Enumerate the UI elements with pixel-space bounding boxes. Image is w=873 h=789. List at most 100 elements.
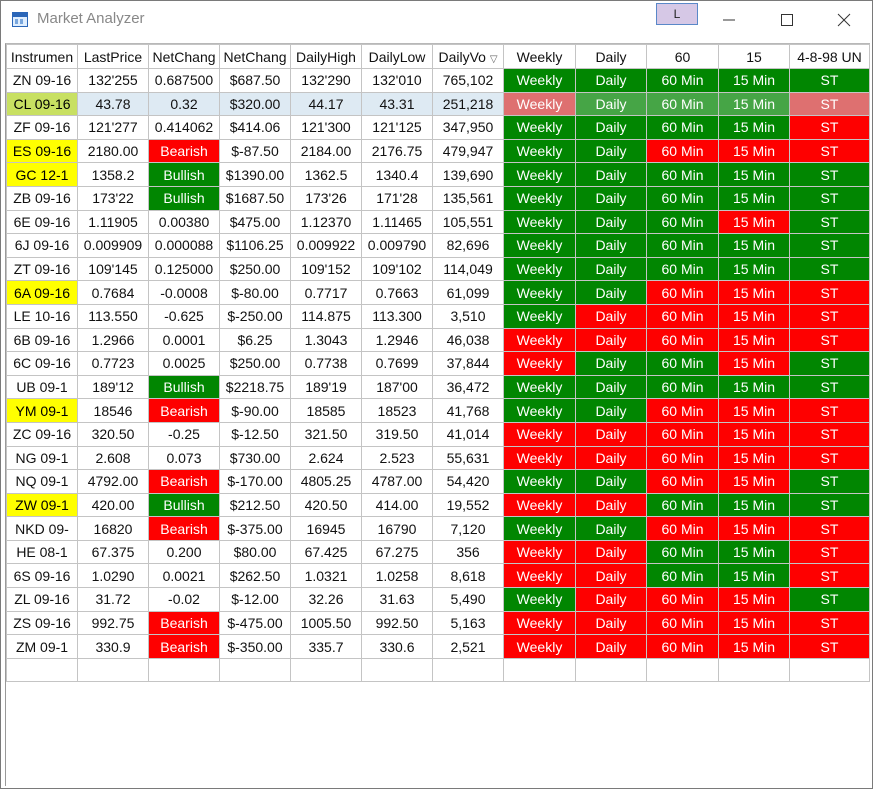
daily-signal-cell[interactable]: Daily — [575, 233, 647, 258]
60-min-signal-cell[interactable]: 60 Min — [646, 209, 719, 235]
net-change-currency-cell[interactable]: $1390.00 — [219, 162, 291, 187]
daily-signal-cell[interactable]: Daily — [575, 209, 647, 235]
daily-signal-cell[interactable]: Daily — [575, 398, 647, 423]
last-price-cell[interactable]: 0.7684 — [77, 280, 149, 305]
st-signal-cell[interactable]: ST — [789, 115, 870, 140]
weekly-signal-cell[interactable]: Weekly — [503, 492, 576, 518]
net-change-currency-cell[interactable]: $-475.00 — [219, 610, 291, 636]
net-change-currency-cell[interactable]: $250.00 — [219, 351, 291, 376]
st-signal-cell[interactable]: ST — [789, 445, 870, 471]
daily-low-cell[interactable]: 67.275 — [361, 539, 433, 565]
60-min-signal-cell[interactable]: 60 Min — [646, 539, 719, 565]
last-price-cell[interactable]: 173'22 — [77, 185, 149, 211]
instrument-cell[interactable]: HE 08-1 — [6, 539, 78, 565]
close-button[interactable] — [830, 7, 858, 33]
st-signal-cell[interactable]: ST — [789, 233, 870, 258]
instrument-cell[interactable]: ZN 09-16 — [6, 68, 78, 93]
net-change-currency-cell[interactable]: $-12.50 — [219, 421, 291, 447]
60-min-signal-cell[interactable]: 60 Min — [646, 68, 719, 93]
instrument-cell[interactable]: NG 09-1 — [6, 445, 78, 471]
net-change-currency-cell[interactable]: $687.50 — [219, 68, 291, 93]
column-header-study[interactable]: 4-8-98 UN — [789, 44, 870, 69]
table-row[interactable]: ZM 09-1 330.9 Bearish $-350.00 335.7 330.6 2,5… — [6, 634, 870, 659]
table-row[interactable]: UB 09-1 189'12 Bullish $2218.75 189'19 187'00… — [6, 374, 870, 400]
st-signal-cell[interactable]: ST — [789, 185, 870, 211]
net-change-cell[interactable]: Bearish — [148, 138, 220, 164]
net-change-currency-cell[interactable]: $-90.00 — [219, 398, 291, 423]
weekly-signal-cell[interactable]: Weekly — [503, 610, 576, 636]
daily-high-cell[interactable]: 121'300 — [290, 115, 362, 140]
daily-volume-cell[interactable]: 765,102 — [432, 68, 504, 93]
daily-high-cell[interactable]: 0.009922 — [290, 233, 362, 258]
net-change-currency-cell[interactable]: $80.00 — [219, 539, 291, 565]
table-row[interactable]: 6B 09-16 1.2966 0.0001 $6.25 1.3043 1.2946 46,… — [6, 327, 870, 353]
daily-low-cell[interactable]: 0.7699 — [361, 351, 433, 376]
daily-signal-cell[interactable]: Daily — [575, 492, 647, 518]
link-button[interactable]: L — [656, 3, 698, 25]
last-price-cell[interactable]: 109'145 — [77, 256, 149, 282]
net-change-cell[interactable]: 0.200 — [148, 539, 220, 565]
instrument-cell[interactable]: CL 09-16 — [6, 91, 78, 117]
15-min-signal-cell[interactable]: 15 Min — [718, 539, 790, 565]
net-change-currency-cell[interactable]: $1106.25 — [219, 233, 291, 258]
15-min-signal-cell[interactable]: 15 Min — [718, 209, 790, 235]
daily-volume-cell[interactable]: 251,218 — [432, 91, 504, 117]
instrument-cell[interactable]: ZB 09-16 — [6, 185, 78, 211]
table-row[interactable]: NG 09-1 2.608 0.073 $730.00 2.624 2.523 55,631… — [6, 445, 870, 471]
last-price-cell[interactable]: 1.11905 — [77, 209, 149, 235]
15-min-signal-cell[interactable]: 15 Min — [718, 445, 790, 471]
last-price-cell[interactable]: 18546 — [77, 398, 149, 423]
table-row[interactable]: 6C 09-16 0.7723 0.0025 $250.00 0.7738 0.7699 3… — [6, 351, 870, 376]
table-row[interactable]: 6A 09-16 0.7684 -0.0008 $-80.00 0.7717 0.7663… — [6, 280, 870, 305]
last-price-cell[interactable]: 2.608 — [77, 445, 149, 471]
daily-low-cell[interactable]: 121'125 — [361, 115, 433, 140]
daily-high-cell[interactable]: 32.26 — [290, 587, 362, 612]
daily-signal-cell[interactable]: Daily — [575, 256, 647, 282]
daily-signal-cell[interactable]: Daily — [575, 115, 647, 140]
15-min-signal-cell[interactable]: 15 Min — [718, 91, 790, 117]
daily-signal-cell[interactable]: Daily — [575, 374, 647, 400]
net-change-cell[interactable]: 0.0025 — [148, 351, 220, 376]
daily-low-cell[interactable]: 1.0258 — [361, 563, 433, 589]
60-min-signal-cell[interactable]: 60 Min — [646, 563, 719, 589]
net-change-currency-cell[interactable]: $262.50 — [219, 563, 291, 589]
15-min-signal-cell[interactable]: 15 Min — [718, 374, 790, 400]
instrument-cell[interactable]: ZF 09-16 — [6, 115, 78, 140]
net-change-cell[interactable]: 0.0021 — [148, 563, 220, 589]
table-row[interactable]: CL 09-16 43.78 0.32 $320.00 44.17 43.31 251,21… — [6, 91, 870, 117]
net-change-cell[interactable]: 0.32 — [148, 91, 220, 117]
st-signal-cell[interactable]: ST — [789, 327, 870, 353]
daily-volume-cell[interactable]: 55,631 — [432, 445, 504, 471]
net-change-cell[interactable]: 0.0001 — [148, 327, 220, 353]
net-change-cell[interactable]: Bearish — [148, 516, 220, 541]
daily-volume-cell[interactable]: 41,768 — [432, 398, 504, 423]
15-min-signal-cell[interactable]: 15 Min — [718, 68, 790, 93]
instrument-cell[interactable]: ZT 09-16 — [6, 256, 78, 282]
st-signal-cell[interactable]: ST — [789, 563, 870, 589]
st-signal-cell[interactable]: ST — [789, 91, 870, 117]
weekly-signal-cell[interactable]: Weekly — [503, 138, 576, 164]
st-signal-cell[interactable]: ST — [789, 469, 870, 494]
st-signal-cell[interactable]: ST — [789, 209, 870, 235]
15-min-signal-cell[interactable]: 15 Min — [718, 280, 790, 305]
st-signal-cell[interactable]: ST — [789, 634, 870, 659]
weekly-signal-cell[interactable]: Weekly — [503, 91, 576, 117]
15-min-signal-cell[interactable]: 15 Min — [718, 303, 790, 329]
daily-low-cell[interactable]: 1.2946 — [361, 327, 433, 353]
daily-volume-cell[interactable]: 5,163 — [432, 610, 504, 636]
net-change-cell[interactable]: Bullish — [148, 492, 220, 518]
15-min-signal-cell[interactable]: 15 Min — [718, 421, 790, 447]
net-change-cell[interactable]: 0.687500 — [148, 68, 220, 93]
daily-volume-cell[interactable]: 3,510 — [432, 303, 504, 329]
st-signal-cell[interactable]: ST — [789, 492, 870, 518]
daily-volume-cell[interactable]: 61,099 — [432, 280, 504, 305]
daily-volume-cell[interactable]: 356 — [432, 539, 504, 565]
60-min-signal-cell[interactable]: 60 Min — [646, 138, 719, 164]
15-min-signal-cell[interactable]: 15 Min — [718, 587, 790, 612]
last-price-cell[interactable]: 16820 — [77, 516, 149, 541]
daily-signal-cell[interactable]: Daily — [575, 563, 647, 589]
net-change-currency-cell[interactable]: $250.00 — [219, 256, 291, 282]
daily-volume-cell[interactable]: 2,521 — [432, 634, 504, 659]
15-min-signal-cell[interactable]: 15 Min — [718, 516, 790, 541]
daily-low-cell[interactable]: 330.6 — [361, 634, 433, 659]
